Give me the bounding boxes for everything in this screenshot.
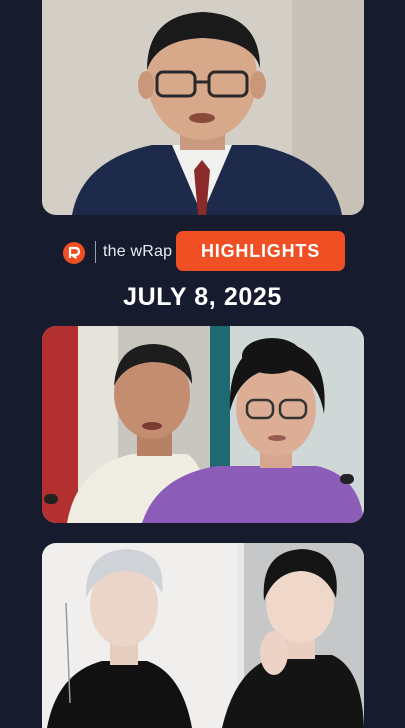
- news-photo-2[interactable]: [42, 326, 364, 523]
- news-photo-3[interactable]: [42, 543, 364, 728]
- photo-2-illustration: [42, 326, 364, 523]
- news-photo-1[interactable]: [42, 0, 364, 215]
- brand-row: the wRap HIGHLIGHTS: [62, 231, 352, 271]
- brand-label: the wRap: [103, 243, 173, 260]
- date-heading: JULY 8, 2025: [123, 283, 282, 311]
- brand-divider: [95, 241, 96, 263]
- photo-3-illustration: [42, 543, 364, 728]
- rappler-logo-icon: [63, 242, 85, 264]
- highlights-badge: HIGHLIGHTS: [176, 231, 345, 271]
- photo-1-illustration: [42, 0, 364, 215]
